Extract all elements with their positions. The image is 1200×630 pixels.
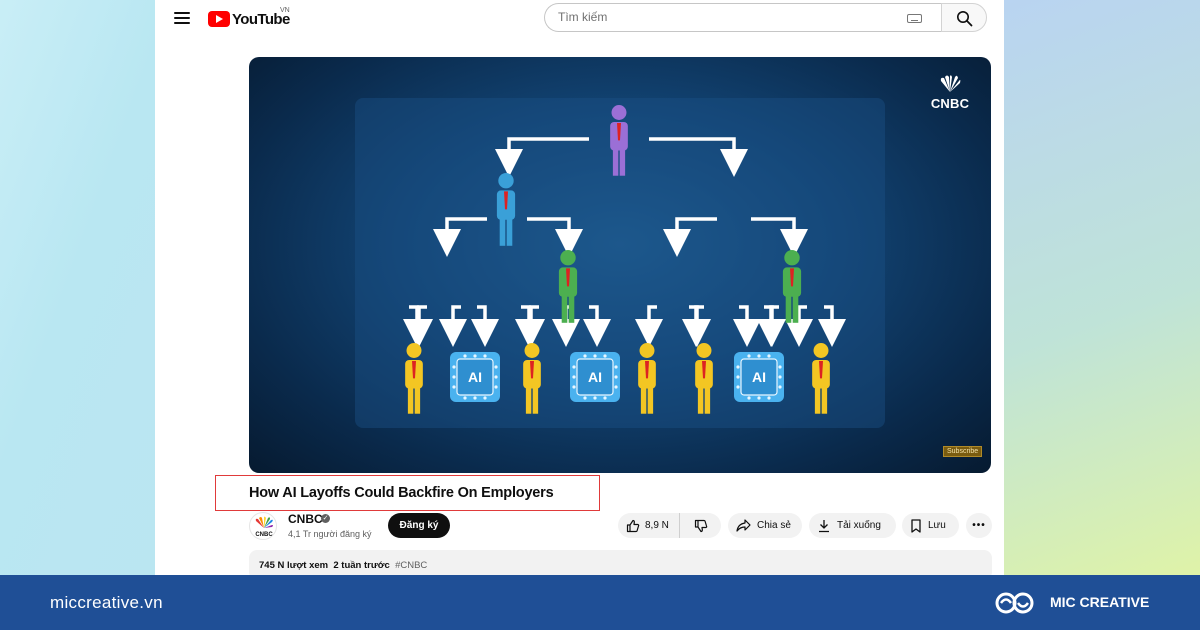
ai-chip-label: AI [588,369,602,385]
cnbc-watermark-text: CNBC [930,96,970,111]
dislike-button[interactable] [680,513,721,538]
like-dislike-group: 8,9 N [618,513,721,538]
download-label: Tải xuống [837,520,881,531]
subscribe-button[interactable]: Đăng ký [388,513,450,538]
save-button[interactable]: Lưu [902,513,959,538]
footer-bar: miccreative.vn MIC CREATIVE [0,575,1200,630]
channel-name[interactable]: CNBC [288,512,323,526]
search-input[interactable] [558,10,898,24]
hamburger-menu-icon[interactable] [174,12,190,26]
like-button[interactable]: 8,9 N [618,513,680,538]
thumbs-up-icon [626,519,640,532]
download-icon [819,519,829,532]
peacock-icon [940,75,961,92]
ai-chip-label: AI [468,369,482,385]
cnbc-avatar-text: CNBC [255,532,273,538]
ai-chip-label: AI [752,369,766,385]
cnbc-watermark: CNBC [926,75,974,111]
keyboard-icon[interactable] [907,14,922,23]
subscribe-watermark[interactable]: Subscribe [943,446,983,457]
right-background [1004,0,1200,575]
region-code: VN [280,7,290,14]
ai-chip: AI [734,352,784,402]
mic-creative-logo-icon [995,592,1034,614]
search-box[interactable] [544,3,941,32]
save-label: Lưu [928,520,946,531]
thumbs-down-icon [694,519,707,532]
like-count: 8,9 N [645,520,669,531]
description-meta: 745 N lượt xem 2 tuần trước #CNBC [259,560,427,571]
upload-age: 2 tuần trước [333,560,390,571]
more-actions-button[interactable]: ••• [966,513,992,538]
search-button[interactable] [941,3,987,32]
youtube-logo[interactable]: YouTube [208,8,290,30]
title-highlight-frame [215,475,600,511]
share-label: Chia sẻ [757,520,791,531]
footer-site-url[interactable]: miccreative.vn [50,593,163,613]
ai-chip: AI [570,352,620,402]
hashtag-link[interactable]: #CNBC [395,560,427,571]
video-player[interactable]: AI AI AI CNBC Subscribe [249,57,991,473]
bookmark-icon [911,518,921,533]
share-icon [736,519,751,532]
verified-check-icon: ✓ [321,514,330,523]
download-button[interactable]: Tải xuống [809,513,896,538]
ai-chip: AI [450,352,500,402]
share-button[interactable]: Chia sẻ [728,513,802,538]
video-thumbnail-illustration: AI AI AI [355,98,885,428]
footer-brand-name: MIC CREATIVE [1050,594,1150,610]
search-icon [957,11,973,27]
view-count: 745 N lượt xem [259,560,329,571]
subscriber-count: 4,1 Tr người đăng ký [288,529,372,539]
youtube-play-icon [208,11,230,27]
cnbc-avatar-icon: CNBC [255,516,273,538]
channel-avatar[interactable]: CNBC [249,512,277,540]
